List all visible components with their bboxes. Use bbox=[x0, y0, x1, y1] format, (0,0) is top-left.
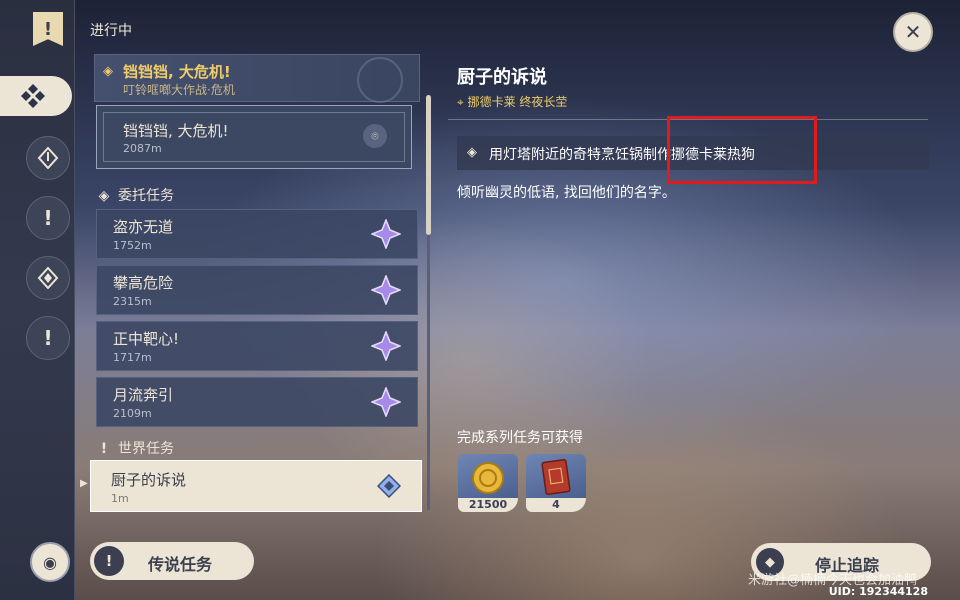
sidebar-tab-archon[interactable] bbox=[26, 136, 70, 180]
quest-location-text: 挪德卡莱 终夜长茔 bbox=[467, 95, 568, 109]
sub-quest-title: 铛铛铛, 大危机! bbox=[123, 122, 229, 140]
close-icon: ✕ bbox=[904, 20, 922, 44]
legend-quest-icon: ! bbox=[94, 546, 124, 576]
highlight-annotation-box bbox=[667, 116, 817, 184]
world-section-heading: ! 世界任务 bbox=[96, 438, 174, 458]
commission-row[interactable]: 攀高危险 2315m bbox=[96, 265, 418, 315]
commission-title: 正中靶心! bbox=[113, 330, 180, 348]
exclamation-icon: ! bbox=[100, 441, 108, 457]
location-pin-icon[interactable]: ⌾ bbox=[363, 124, 387, 148]
close-button[interactable]: ✕ bbox=[893, 12, 933, 52]
archon-quest-icon bbox=[37, 147, 59, 169]
exclamation-icon: ! bbox=[43, 326, 53, 350]
commission-section-heading: ◈ 委托任务 bbox=[96, 185, 174, 205]
world-quest-distance: 1m bbox=[111, 492, 129, 505]
mora-coin-icon bbox=[472, 462, 504, 494]
featured-quest-title: 铛铛铛, 大危机! bbox=[123, 63, 231, 81]
quest-detail-title: 厨子的诉说 bbox=[457, 67, 547, 88]
world-quest-row-selected[interactable]: 厨子的诉说 1m bbox=[90, 460, 422, 512]
commission-distance: 2315m bbox=[113, 295, 152, 308]
selected-arrow-icon: ▶ bbox=[80, 478, 88, 489]
reward-item[interactable]: 21500 bbox=[458, 454, 518, 512]
featured-quest-subtitle: 叮铃哐啷大作战·危机 bbox=[123, 83, 235, 97]
reward-count: 21500 bbox=[458, 498, 518, 512]
legend-quest-label: 传说任务 bbox=[148, 555, 213, 574]
commission-distance: 1752m bbox=[113, 239, 152, 252]
commission-title: 盗亦无道 bbox=[113, 218, 174, 236]
commission-distance: 2109m bbox=[113, 407, 152, 420]
commission-diamond-icon: ◈ bbox=[98, 188, 110, 204]
location-pin-icon: ⌖ bbox=[457, 95, 464, 109]
sidebar-tab-world[interactable]: ! bbox=[26, 316, 70, 360]
reward-image bbox=[526, 454, 586, 498]
sub-quest-card[interactable]: 铛铛铛, 大危机! 2087m ⌾ bbox=[96, 105, 412, 169]
screenshot-camera-button[interactable]: ◉ bbox=[30, 542, 70, 582]
commission-row[interactable]: 正中靶心! 1717m bbox=[96, 321, 418, 371]
commission-title: 攀高危险 bbox=[113, 274, 174, 292]
commission-distance: 1717m bbox=[113, 351, 152, 364]
exclamation-icon: ! bbox=[43, 206, 53, 230]
objective-diamond-icon: ◈ bbox=[467, 145, 477, 160]
diamond-cluster-icon bbox=[21, 84, 45, 108]
commission-row[interactable]: 月流奔引 2109m bbox=[96, 377, 418, 427]
sub-quest-distance: 2087m bbox=[123, 142, 162, 155]
purple-star-icon bbox=[371, 219, 401, 249]
red-book-icon bbox=[541, 458, 571, 496]
reward-item[interactable]: 4 bbox=[526, 454, 586, 512]
reward-image bbox=[458, 454, 518, 498]
blue-diamond-icon bbox=[377, 474, 401, 498]
purple-star-icon bbox=[371, 331, 401, 361]
sidebar-tab-daily[interactable] bbox=[26, 256, 70, 300]
featured-event-quest[interactable]: ◈ 铛铛铛, 大危机! 叮铃哐啷大作战·危机 bbox=[94, 54, 420, 103]
commission-title: 月流奔引 bbox=[113, 386, 174, 404]
commission-row[interactable]: 盗亦无道 1752m bbox=[96, 209, 418, 259]
event-seal-icon bbox=[357, 57, 403, 103]
sidebar-tab-story[interactable]: ! bbox=[26, 196, 70, 240]
world-quest-title: 厨子的诉说 bbox=[111, 471, 187, 489]
list-scrollbar-thumb[interactable] bbox=[426, 95, 431, 235]
purple-star-icon bbox=[371, 275, 401, 305]
camera-icon: ◉ bbox=[43, 552, 57, 572]
daily-commission-icon bbox=[37, 267, 59, 289]
uid-label: UID: 192344128 bbox=[828, 585, 928, 598]
legend-quest-button[interactable]: ! 传说任务 bbox=[90, 542, 254, 580]
quest-description: 倾听幽灵的低语, 找回他们的名字。 bbox=[457, 185, 676, 201]
rewards-heading: 完成系列任务可获得 bbox=[457, 430, 583, 446]
event-diamond-icon: ◈ bbox=[103, 64, 113, 79]
in-progress-heading: 进行中 bbox=[90, 23, 132, 39]
quest-location: ⌖ 挪德卡莱 终夜长茔 bbox=[457, 93, 567, 110]
sidebar-tab-commission[interactable] bbox=[0, 76, 72, 116]
commission-section-label: 委托任务 bbox=[118, 188, 174, 204]
purple-star-icon bbox=[371, 387, 401, 417]
world-section-label: 世界任务 bbox=[118, 441, 174, 457]
reward-count: 4 bbox=[526, 498, 586, 512]
